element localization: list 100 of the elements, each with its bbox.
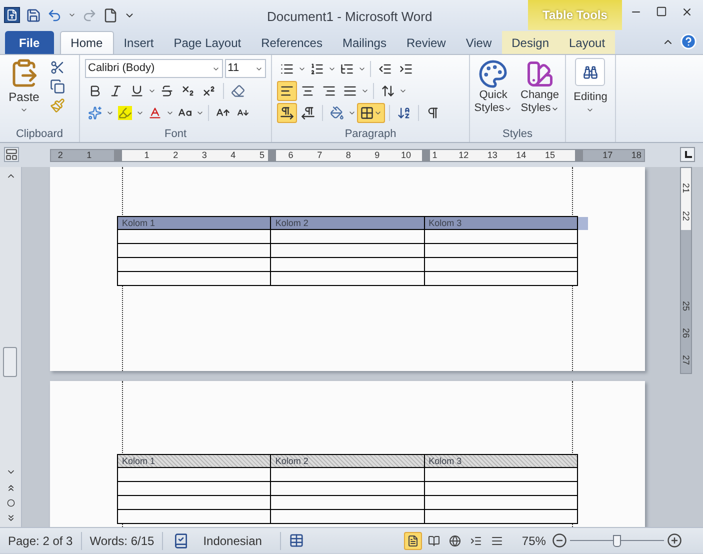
- table-cell[interactable]: [271, 230, 425, 244]
- scroll-thumb[interactable]: [3, 347, 17, 377]
- paste-button[interactable]: Paste: [4, 58, 44, 114]
- table-cell[interactable]: [271, 258, 425, 272]
- cut-icon[interactable]: [50, 60, 65, 75]
- ribbon-tab[interactable]: Design: [502, 31, 559, 54]
- column-marker[interactable]: [422, 150, 430, 161]
- caret-icon[interactable]: [361, 87, 369, 95]
- text-direction-button[interactable]: [277, 103, 297, 123]
- table-cell[interactable]: [424, 244, 578, 258]
- table-cell[interactable]: [118, 230, 272, 244]
- font-size-field[interactable]: 11: [224, 59, 266, 78]
- column-marker[interactable]: [575, 150, 583, 161]
- table-cell[interactable]: [118, 258, 272, 272]
- column-marker[interactable]: [268, 150, 276, 161]
- caret-icon[interactable]: [166, 109, 174, 117]
- table-cell[interactable]: [271, 510, 425, 524]
- copy-icon[interactable]: [50, 79, 65, 94]
- new-document-icon[interactable]: [103, 8, 118, 22]
- change-styles-button[interactable]: Change Styles: [518, 59, 562, 115]
- ribbon-tab[interactable]: File: [5, 31, 54, 54]
- caret-icon[interactable]: [399, 87, 407, 95]
- word-count[interactable]: Words: 6/15: [82, 532, 164, 550]
- ribbon-tab[interactable]: Home: [60, 31, 114, 54]
- close-icon[interactable]: [681, 6, 693, 18]
- table-cell[interactable]: [118, 510, 272, 524]
- table-cell[interactable]: [118, 468, 272, 482]
- caret-icon[interactable]: [298, 65, 306, 73]
- caret-icon: [374, 109, 382, 117]
- column-marker[interactable]: [114, 150, 122, 161]
- table-header-cell: Kolom 2: [271, 217, 425, 230]
- table-cell[interactable]: [118, 496, 272, 510]
- view-icon: [490, 534, 503, 546]
- ruler-number: 25: [680, 300, 692, 312]
- proofing-icon[interactable]: [173, 532, 190, 548]
- table-cell[interactable]: [424, 272, 578, 286]
- table-cell[interactable]: [271, 482, 425, 496]
- align-button[interactable]: [277, 81, 297, 101]
- language-status[interactable]: Indonesian: [189, 532, 281, 550]
- table-cell[interactable]: [271, 244, 425, 258]
- font-name-field[interactable]: Calibri (Body): [85, 59, 223, 78]
- table-cell[interactable]: [118, 244, 272, 258]
- ruler-number: 10: [401, 150, 411, 161]
- word-app-icon[interactable]: [4, 7, 20, 23]
- ruler-tab-selector[interactable]: [680, 147, 695, 162]
- ribbon-tab[interactable]: Layout: [559, 31, 616, 54]
- save-icon[interactable]: [26, 8, 41, 22]
- table-cell[interactable]: [424, 468, 578, 482]
- zoom-slider-thumb[interactable]: [612, 534, 621, 546]
- ribbon-tab[interactable]: Mailings: [332, 31, 396, 54]
- caret-icon[interactable]: [106, 109, 114, 117]
- view-button[interactable]: [404, 532, 422, 550]
- caret-icon[interactable]: [348, 109, 356, 117]
- caret-icon[interactable]: [136, 109, 144, 117]
- ribbon-tab[interactable]: References: [251, 31, 332, 54]
- zoom-slider[interactable]: [570, 534, 664, 548]
- help-icon[interactable]: [680, 33, 697, 50]
- caret-icon[interactable]: [196, 109, 204, 117]
- table-cell[interactable]: [424, 482, 578, 496]
- ribbon-tab[interactable]: Insert: [114, 31, 164, 54]
- browse-object-icon[interactable]: [6, 499, 14, 507]
- ribbon-tab[interactable]: Page Layout: [164, 31, 252, 54]
- underline-icon: [130, 84, 144, 98]
- view-ruler-icon[interactable]: [4, 147, 19, 162]
- ribbon-tab[interactable]: Review: [396, 31, 456, 54]
- ribbon-tab[interactable]: View: [456, 31, 502, 54]
- ruler-number: 21: [680, 182, 692, 194]
- undo-icon[interactable]: [47, 8, 62, 22]
- borders-button[interactable]: [357, 103, 385, 123]
- contextual-tab-header: Table Tools: [528, 0, 622, 30]
- previous-page-icon[interactable]: [6, 483, 16, 493]
- zoom-level[interactable]: 75%: [522, 532, 546, 550]
- table-cell[interactable]: [424, 258, 578, 272]
- next-page-icon[interactable]: [6, 513, 16, 523]
- table-cell[interactable]: [424, 496, 578, 510]
- table-cell[interactable]: [271, 496, 425, 510]
- numbering-icon: [310, 62, 324, 76]
- table-cell[interactable]: [271, 468, 425, 482]
- table-cell[interactable]: [424, 510, 578, 524]
- caret-icon[interactable]: [68, 11, 76, 19]
- group-label: Clipboard: [16, 126, 64, 142]
- align-icon: [301, 84, 315, 98]
- zoom-in-icon[interactable]: [666, 533, 682, 548]
- quick-styles-button[interactable]: Quick Styles: [473, 59, 514, 115]
- vertical-scrollbar[interactable]: [0, 167, 22, 527]
- caret-icon[interactable]: [358, 65, 366, 73]
- caret-icon[interactable]: [328, 65, 336, 73]
- table-cell[interactable]: [118, 272, 272, 286]
- caret-icon[interactable]: [148, 87, 156, 95]
- page-count[interactable]: Page: 2 of 3: [0, 532, 82, 550]
- table-cell[interactable]: [271, 272, 425, 286]
- editing-button[interactable]: Editing: [574, 58, 608, 114]
- macro-icon[interactable]: [288, 533, 304, 548]
- table-cell[interactable]: [118, 482, 272, 496]
- zoom-out-icon[interactable]: [552, 533, 567, 548]
- ruler-number: 5: [260, 150, 264, 161]
- increase-indent-icon: [399, 62, 413, 76]
- row-end-selection: [578, 217, 588, 230]
- table-cell[interactable]: [424, 230, 578, 244]
- maximize-icon[interactable]: [656, 6, 667, 17]
